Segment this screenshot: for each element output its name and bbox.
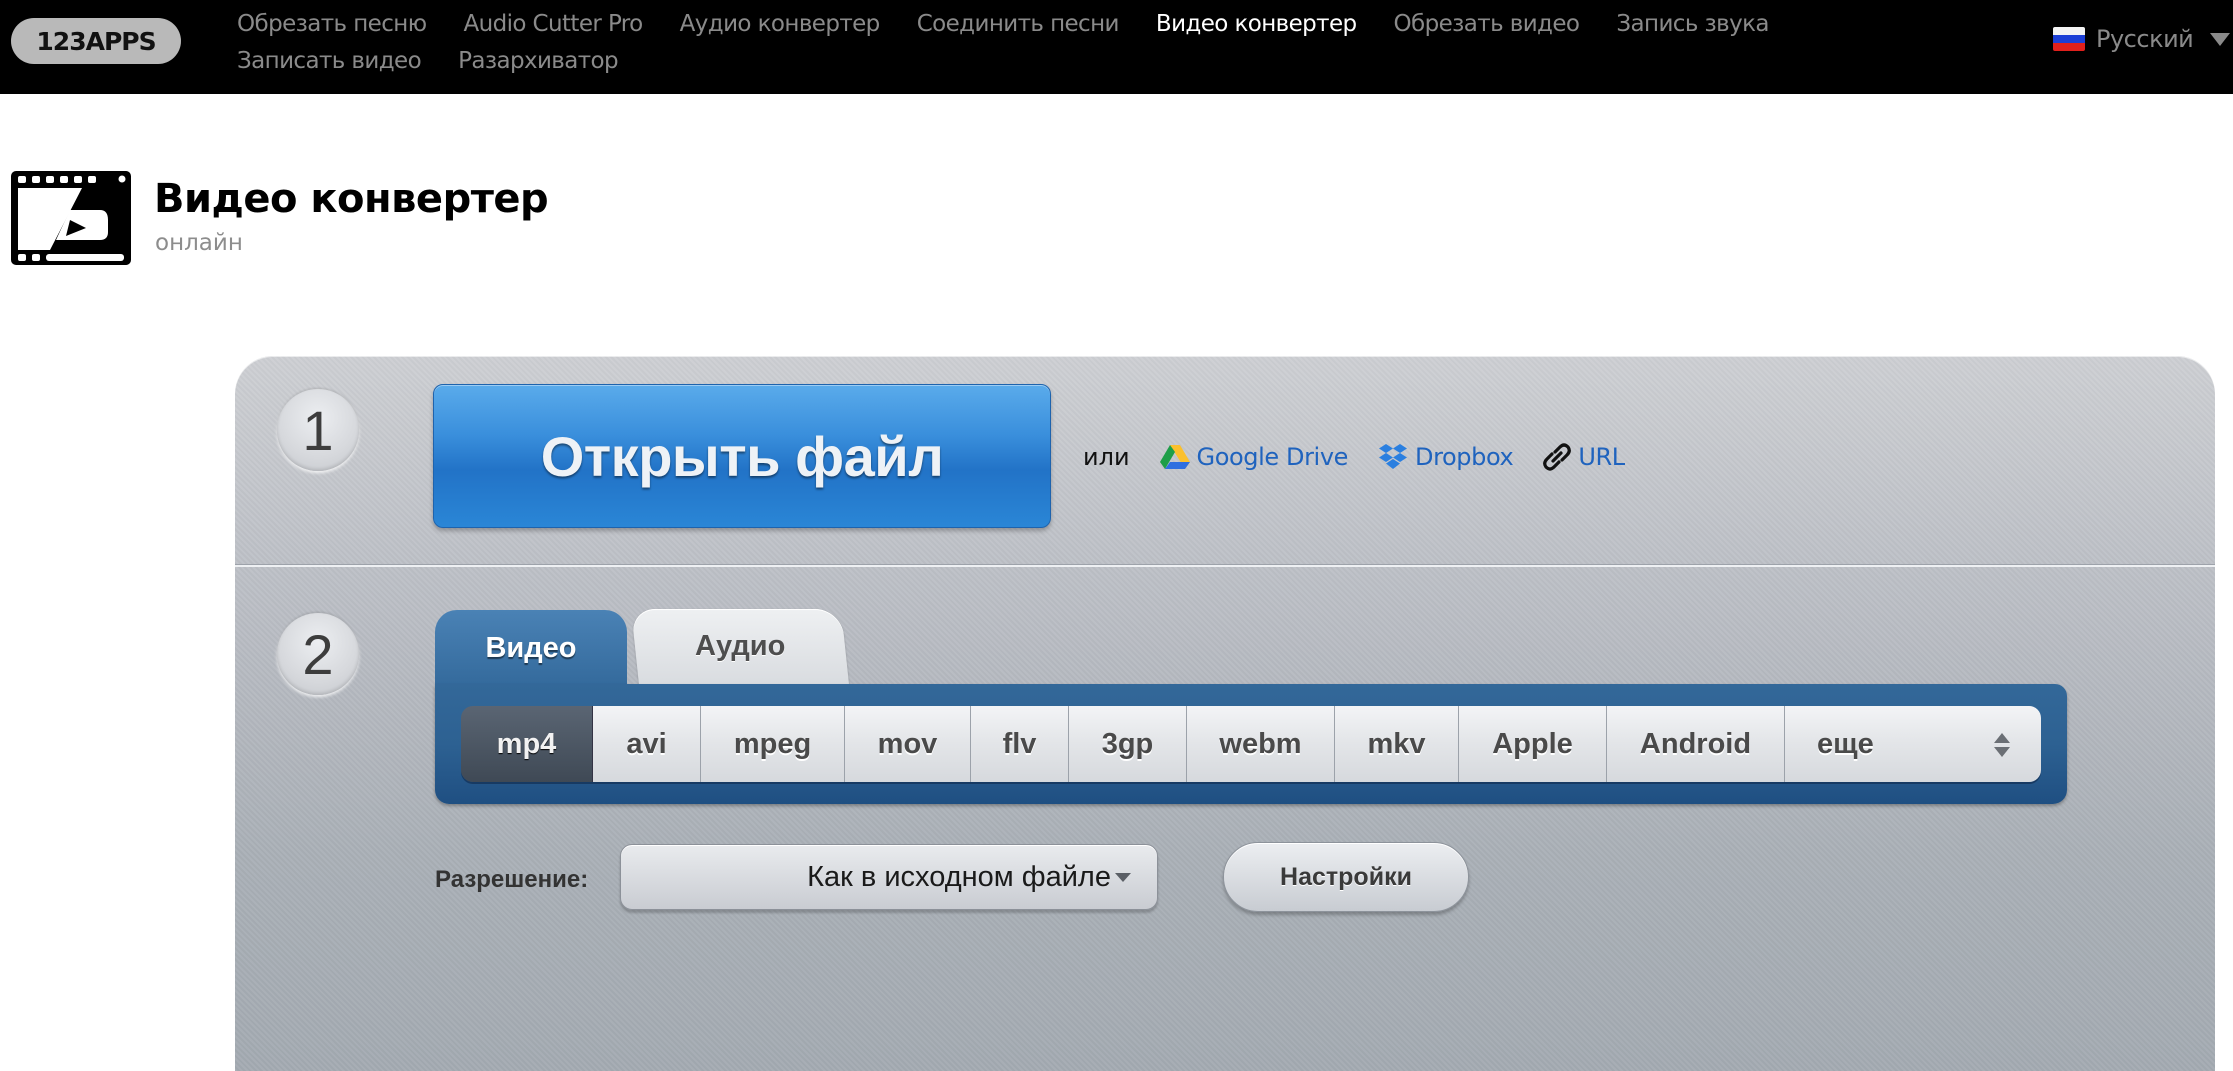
dropbox-label: Dropbox — [1415, 443, 1514, 471]
format-android[interactable]: Android — [1607, 706, 1785, 782]
format-mkv[interactable]: mkv — [1335, 706, 1459, 782]
dropbox-icon — [1379, 444, 1407, 469]
google-drive-link[interactable]: Google Drive — [1159, 443, 1349, 471]
format-list: mp4 avi mpeg mov flv 3gp webm mkv Apple … — [461, 706, 2041, 782]
tab-audio[interactable]: Аудио — [631, 609, 849, 684]
format-apple[interactable]: Apple — [1459, 706, 1607, 782]
language-label: Русский — [2096, 25, 2194, 53]
up-down-arrows-icon — [1994, 733, 2010, 757]
alternate-sources: или Google Drive Dropbox URL — [1083, 442, 1655, 472]
google-drive-icon — [1159, 445, 1190, 469]
format-mpeg[interactable]: mpeg — [701, 706, 845, 782]
chevron-down-icon — [1115, 872, 1131, 882]
open-file-label: Открыть файл — [540, 424, 944, 488]
logo-123apps[interactable]: 123APPS — [11, 18, 181, 64]
nav-item-cut-song[interactable]: Обрезать песню — [237, 6, 427, 43]
format-mp4[interactable]: mp4 — [461, 706, 593, 782]
url-link[interactable]: URL — [1543, 442, 1625, 472]
resolution-select[interactable]: Как в исходном файле — [620, 844, 1158, 910]
format-bar: mp4 avi mpeg mov flv 3gp webm mkv Apple … — [435, 684, 2067, 804]
nav-item-cut-video[interactable]: Обрезать видео — [1394, 6, 1580, 43]
film-play-icon — [11, 171, 131, 265]
tab-video-label: Видео — [485, 631, 577, 664]
format-mov[interactable]: mov — [845, 706, 971, 782]
page-subtitle: онлайн — [155, 230, 243, 256]
russia-flag-icon — [2053, 27, 2085, 51]
settings-label: Настройки — [1280, 862, 1412, 891]
step-1-badge: 1 — [277, 389, 359, 471]
link-icon — [1543, 443, 1572, 471]
converter-panel: 1 Открыть файл или Google Drive Dropbox — [235, 356, 2215, 1071]
resolution-value: Как в исходном файле — [807, 860, 1111, 893]
nav-item-join-songs[interactable]: Соединить песни — [917, 6, 1120, 43]
nav-item-audio-converter[interactable]: Аудио конвертер — [680, 6, 881, 43]
top-navigation-bar: 123APPS Обрезать песню Audio Cutter Pro … — [0, 0, 2233, 94]
format-avi[interactable]: avi — [593, 706, 701, 782]
step-2-badge: 2 — [277, 613, 359, 695]
language-selector[interactable]: Русский — [2053, 25, 2231, 53]
format-webm[interactable]: webm — [1187, 706, 1335, 782]
url-label: URL — [1578, 443, 1625, 471]
more-formats-select[interactable]: еще — [1785, 706, 2041, 782]
nav-item-archive-extractor[interactable]: Разархиватор — [458, 43, 619, 80]
tab-audio-label: Аудио — [694, 630, 786, 662]
more-formats-label: еще — [1817, 727, 1874, 760]
step-divider — [235, 564, 2215, 567]
open-file-button[interactable]: Открыть файл — [433, 384, 1051, 528]
nav-item-audio-cutter-pro[interactable]: Audio Cutter Pro — [463, 6, 643, 43]
chevron-down-icon — [2210, 32, 2231, 46]
settings-button[interactable]: Настройки — [1223, 842, 1469, 912]
resolution-label: Разрешение: — [435, 866, 589, 893]
google-drive-label: Google Drive — [1196, 443, 1349, 471]
app-nav: Обрезать песню Audio Cutter Pro Аудио ко… — [237, 6, 1987, 80]
format-3gp[interactable]: 3gp — [1069, 706, 1187, 782]
nav-item-voice-recorder[interactable]: Запись звука — [1616, 6, 1769, 43]
or-label: или — [1083, 443, 1130, 471]
tab-video[interactable]: Видео — [435, 610, 627, 686]
nav-item-video-converter[interactable]: Видео конвертер — [1156, 6, 1357, 43]
dropbox-link[interactable]: Dropbox — [1378, 443, 1514, 471]
page-title: Видео конвертер — [154, 176, 549, 222]
nav-item-video-recorder[interactable]: Записать видео — [237, 43, 422, 80]
format-flv[interactable]: flv — [971, 706, 1069, 782]
